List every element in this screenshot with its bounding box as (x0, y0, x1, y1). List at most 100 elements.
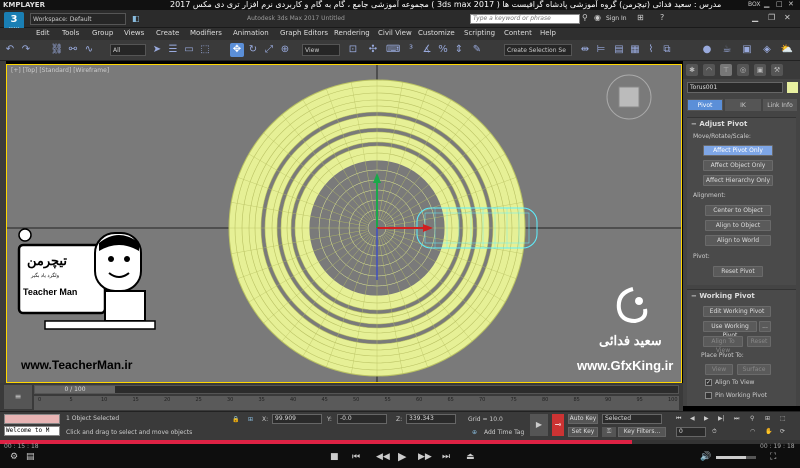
select-object-icon[interactable]: ➤ (150, 43, 164, 57)
select-and-scale-icon[interactable]: ⤢ (262, 43, 276, 57)
affect-object-only-button[interactable]: Affect Object Only (703, 160, 773, 171)
link-icon[interactable]: ⛓ (50, 43, 64, 57)
pivot-center-icon[interactable]: ⊡ (346, 43, 360, 57)
graphite-toolbox-icon[interactable]: ▦ (628, 43, 642, 57)
maximize-icon[interactable]: □ (776, 0, 783, 8)
unlink-icon[interactable]: ⚯ (66, 43, 80, 57)
maxscript-input[interactable]: Welcome to M (4, 426, 60, 436)
selection-filter-dropdown[interactable]: All (110, 44, 146, 56)
placement-icon[interactable]: ⊕ (278, 43, 292, 57)
menu-modifiers[interactable]: Modifiers (190, 29, 222, 37)
current-frame-field[interactable]: 0 (676, 427, 706, 437)
app-minimize-icon[interactable]: ▁ (752, 13, 758, 22)
absolute-mode-icon[interactable]: ⊞ (248, 416, 253, 423)
affect-pivot-only-button[interactable]: Affect Pivot Only (703, 145, 773, 156)
menu-help[interactable]: Help (540, 29, 556, 37)
app-close-icon[interactable]: ✕ (784, 13, 791, 22)
go-start-icon[interactable]: ⏮ (676, 415, 681, 423)
go-end-icon[interactable]: ⏭ (734, 415, 739, 423)
menu-rendering[interactable]: Rendering (334, 29, 370, 37)
curve-editor-icon[interactable]: ⌇ (644, 43, 658, 57)
time-config-icon[interactable]: ⏱ (712, 428, 717, 436)
mirror-icon[interactable]: ⇹ (578, 43, 592, 57)
align-to-view-checkbox[interactable]: ✓ (705, 379, 712, 386)
key-mode-dropdown[interactable]: Selected (602, 414, 662, 424)
tab-ik[interactable]: IK (725, 99, 761, 111)
menu-civil-view[interactable]: Civil View (378, 29, 412, 37)
keyframe-icon[interactable]: ⊸ (552, 414, 564, 436)
percent-snap-icon[interactable]: % (436, 43, 450, 57)
search-icon[interactable]: ⚲ (582, 13, 588, 22)
y-coordinate-field[interactable]: -0.0 (337, 414, 387, 424)
play-icon[interactable]: ▶ (704, 415, 709, 422)
adjust-pivot-header[interactable]: − Adjust Pivot (687, 118, 796, 130)
material-editor-icon[interactable]: ● (700, 43, 714, 57)
app-restore-icon[interactable]: ❐ (768, 13, 775, 22)
player-stop-icon[interactable]: ■ (330, 452, 339, 462)
window-crossing-icon[interactable]: ⬚ (198, 43, 212, 57)
align-icon[interactable]: ⊨ (594, 43, 608, 57)
player-volume-icon[interactable]: 🔊 (700, 452, 711, 462)
menu-group[interactable]: Group (92, 29, 113, 37)
layer-explorer-icon[interactable]: ▤ (612, 43, 626, 57)
player-seekbar[interactable] (0, 440, 800, 444)
motion-panel-icon[interactable]: ◎ (737, 64, 749, 76)
menu-tools[interactable]: Tools (62, 29, 79, 37)
pan-icon[interactable]: ✋ (765, 428, 772, 435)
maxscript-listener-top[interactable] (4, 414, 60, 424)
render-online-icon[interactable]: ⛅ (780, 43, 794, 57)
help-icon[interactable]: ? (660, 13, 664, 22)
x-coordinate-field[interactable]: 99.909 (272, 414, 322, 424)
user-icon[interactable]: ◉ (594, 13, 601, 22)
search-input[interactable]: Type a keyword or phrase (470, 14, 580, 24)
pin-working-pivot-checkbox[interactable] (705, 392, 712, 399)
player-volume-slider[interactable] (716, 456, 756, 459)
align-to-world-button[interactable]: Align to World (705, 235, 771, 246)
object-name-field[interactable]: Torus001 (687, 82, 783, 93)
undo-icon[interactable]: ↶ (3, 43, 17, 57)
zoom-all-icon[interactable]: ⊞ (765, 415, 770, 422)
select-and-move-icon[interactable]: ✥ (230, 43, 244, 57)
sign-in-link[interactable]: Sign In (606, 15, 627, 22)
player-forward-icon[interactable]: ▶▶ (418, 452, 432, 462)
menu-graph-editors[interactable]: Graph Editors (280, 29, 328, 37)
viewport-top[interactable]: [+] [Top] [Standard] [Wireframe] تیچرمن … (6, 64, 682, 383)
key-filters-button[interactable]: Key Filters... (618, 427, 666, 437)
menu-views[interactable]: Views (124, 29, 144, 37)
next-frame-icon[interactable]: ▶| (718, 415, 725, 422)
place-surface-button[interactable]: Surface (737, 364, 771, 375)
utilities-panel-icon[interactable]: ⚒ (771, 64, 783, 76)
zoom-icon[interactable]: ⚲ (750, 415, 754, 422)
modify-panel-icon[interactable]: ◠ (703, 64, 715, 76)
player-eject-icon[interactable]: ⏏ (466, 452, 475, 462)
menu-customize[interactable]: Customize (418, 29, 455, 37)
close-icon[interactable]: ✕ (788, 0, 794, 8)
working-pivot-header[interactable]: − Working Pivot (687, 290, 796, 302)
player-rewind-icon[interactable]: ◀◀ (376, 452, 390, 462)
rendered-frame-icon[interactable]: ▣ (740, 43, 754, 57)
select-manipulate-icon[interactable]: ✣ (366, 43, 380, 57)
reference-coordinate-dropdown[interactable]: View (302, 44, 340, 56)
player-settings-icon[interactable]: ⚙ (10, 452, 18, 462)
timeline-ruler[interactable]: 0 5 10 15 20 25 30 35 40 45 50 55 60 65 70 75 80 85 90 95 10… (34, 396, 679, 410)
minimize-icon[interactable]: ▁ (764, 0, 769, 8)
player-subtitle-icon[interactable]: ▤ (26, 452, 35, 462)
render-setup-icon[interactable]: ☕ (720, 43, 734, 57)
angle-snap-icon[interactable]: ∡ (420, 43, 434, 57)
edit-named-selection-icon[interactable]: ✎ (470, 43, 484, 57)
schematic-view-icon[interactable]: ⧉ (660, 43, 674, 57)
reset-pivot-button[interactable]: Reset Pivot (713, 266, 763, 277)
time-slider[interactable]: 0 / 100 (34, 385, 679, 394)
align-to-object-button[interactable]: Align to Object (705, 220, 771, 231)
bind-space-warp-icon[interactable]: ∿ (82, 43, 96, 57)
player-play-icon[interactable]: ▶ (398, 450, 406, 463)
time-slider-thumb[interactable]: 0 / 100 (35, 386, 115, 393)
transport-icon[interactable]: ▶ (530, 414, 548, 436)
display-panel-icon[interactable]: ▣ (754, 64, 766, 76)
add-time-tag-button[interactable]: Add Time Tag (484, 429, 524, 436)
set-key-button[interactable]: Set Key (568, 427, 598, 437)
object-color-swatch[interactable] (787, 82, 798, 93)
lock-selection-icon[interactable]: 🔒 (232, 416, 239, 423)
region-select-icon[interactable]: ▭ (182, 43, 196, 57)
tab-link-info[interactable]: Link Info (763, 99, 797, 111)
